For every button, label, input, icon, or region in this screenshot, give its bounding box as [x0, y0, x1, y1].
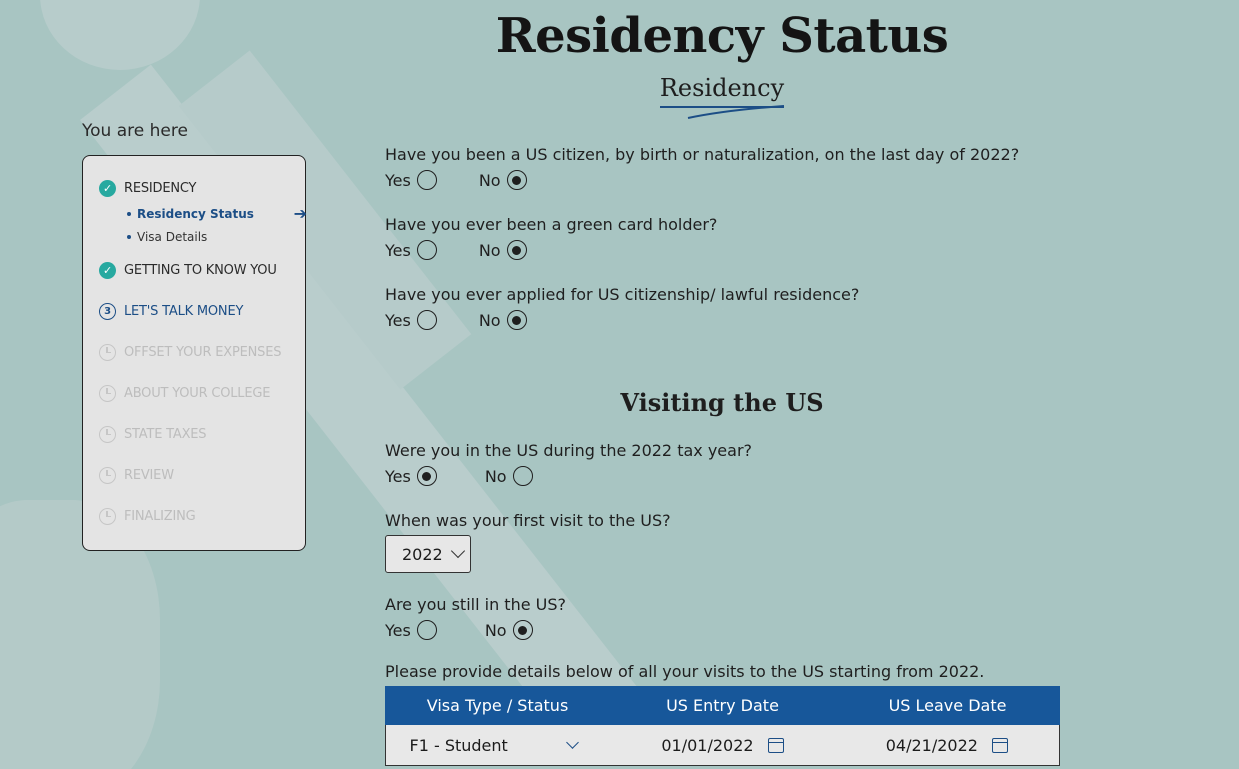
subtitle-text: Residency	[659, 74, 785, 102]
question-us-citizen: Have you been a US citizen, by birth or …	[385, 145, 1020, 164]
question-applied-citizenship: Have you ever applied for US citizenship…	[385, 285, 860, 304]
radio-circle-selected[interactable]	[512, 620, 533, 640]
visa-type-value: F1 - Student	[409, 735, 508, 755]
radio-label: Yes	[385, 466, 411, 486]
entry-date-field[interactable]: 01/01/2022	[610, 736, 834, 755]
visa-type-select[interactable]: F1 - Student	[386, 736, 610, 755]
section-title-visiting: Visiting the US	[620, 388, 824, 417]
table-header: Visa Type / Status US Entry Date US Leav…	[385, 686, 1060, 725]
progress-steps: ✓ RESIDENCY Residency Status ➔ Visa Deta…	[82, 155, 307, 551]
entry-date-value: 01/01/2022	[661, 735, 754, 755]
radio-no[interactable]: No	[479, 310, 527, 330]
clock-icon	[99, 466, 116, 484]
radio-label: No	[484, 620, 507, 640]
radio-yes[interactable]: Yes	[385, 310, 437, 330]
step-review: REVIEW	[99, 465, 305, 485]
step-label: RESIDENCY	[124, 180, 197, 196]
step-state-taxes: STATE TAXES	[99, 424, 305, 444]
clock-icon	[99, 343, 116, 361]
leave-date-field[interactable]: 04/21/2022	[835, 736, 1059, 755]
radio-circle-selected[interactable]	[506, 310, 527, 330]
select-value: 2022	[402, 544, 443, 564]
radio-no[interactable]: No	[479, 170, 527, 190]
clock-icon	[99, 507, 116, 525]
leave-date-value: 04/21/2022	[885, 735, 978, 755]
radio-label: Yes	[385, 620, 411, 640]
table-row: F1 - Student 01/01/2022 04/21/2022	[385, 725, 1060, 766]
radio-no[interactable]: No	[479, 240, 527, 260]
bullet-icon	[127, 211, 131, 216]
radio-label: Yes	[385, 240, 411, 260]
step-lets-talk-money[interactable]: 3 LET'S TALK MONEY	[99, 301, 305, 321]
radio-circle[interactable]	[416, 170, 437, 190]
check-circle-icon: ✓	[99, 261, 116, 279]
clock-icon	[99, 425, 116, 443]
radio-group-green-card: Yes No	[385, 240, 527, 260]
substep-residency-status[interactable]: Residency Status ➔	[127, 202, 307, 225]
radio-circle-selected[interactable]	[506, 170, 527, 190]
radio-label: No	[478, 240, 501, 260]
substep-label: Residency Status	[137, 206, 254, 221]
radio-circle-selected[interactable]	[416, 466, 437, 486]
radio-yes[interactable]: Yes	[385, 620, 437, 640]
radio-circle[interactable]	[416, 240, 437, 260]
header-entry-date: US Entry Date	[666, 696, 779, 715]
step-label: FINALIZING	[124, 508, 196, 524]
calendar-icon[interactable]	[991, 737, 1008, 753]
header-visa-type: Visa Type / Status	[426, 696, 569, 715]
question-green-card: Have you ever been a green card holder?	[385, 215, 718, 234]
radio-yes[interactable]: Yes	[385, 466, 437, 486]
radio-yes[interactable]: Yes	[385, 170, 437, 190]
header-leave-date: US Leave Date	[888, 696, 1007, 715]
step-finalizing: FINALIZING	[99, 506, 305, 526]
radio-circle[interactable]	[416, 620, 437, 640]
step-label: OFFSET YOUR EXPENSES	[124, 344, 282, 360]
step-label: LET'S TALK MONEY	[124, 303, 244, 319]
radio-group-applied-citizenship: Yes No	[385, 310, 527, 330]
page-title: Residency Status	[495, 8, 949, 64]
radio-label: Yes	[385, 310, 411, 330]
step-label: REVIEW	[124, 467, 174, 483]
visits-table: Visa Type / Status US Entry Date US Leav…	[385, 686, 1060, 766]
radio-circle-selected[interactable]	[506, 240, 527, 260]
radio-label: No	[478, 310, 501, 330]
first-visit-year-select[interactable]: 2022	[385, 535, 471, 573]
chevron-down-icon	[450, 543, 465, 559]
chevron-down-icon	[565, 736, 579, 749]
radio-group-still-in-us: Yes No	[385, 620, 533, 640]
radio-circle[interactable]	[512, 466, 533, 486]
radio-label: Yes	[385, 170, 411, 190]
substep-label: Visa Details	[137, 229, 208, 244]
step-getting-to-know-you[interactable]: ✓ GETTING TO KNOW YOU	[99, 260, 305, 280]
radio-yes[interactable]: Yes	[385, 240, 437, 260]
question-first-visit: When was your first visit to the US?	[385, 511, 671, 530]
radio-group-us-citizen: Yes No	[385, 170, 527, 190]
section-subtitle: Residency	[659, 74, 785, 119]
radio-label: No	[484, 466, 507, 486]
substep-visa-details[interactable]: Visa Details	[127, 225, 307, 248]
step-number-icon: 3	[99, 302, 116, 320]
step-residency[interactable]: ✓ RESIDENCY	[99, 178, 305, 198]
arrow-right-icon: ➔	[293, 204, 307, 223]
radio-no[interactable]: No	[485, 466, 533, 486]
you-are-here-label: You are here	[82, 121, 188, 141]
question-in-us-2022: Were you in the US during the 2022 tax y…	[385, 441, 753, 460]
subtitle-wrap: Residency	[0, 74, 1239, 119]
step-label: GETTING TO KNOW YOU	[124, 262, 277, 278]
bullet-icon	[127, 234, 131, 239]
visits-details-instruction: Please provide details below of all your…	[385, 662, 985, 681]
radio-no[interactable]: No	[485, 620, 533, 640]
calendar-icon[interactable]	[767, 737, 784, 753]
step-label: STATE TAXES	[124, 426, 207, 442]
radio-group-in-us-2022: Yes No	[385, 466, 533, 486]
check-circle-icon: ✓	[99, 179, 116, 197]
step-offset-expenses: OFFSET YOUR EXPENSES	[99, 342, 305, 362]
radio-label: No	[478, 170, 501, 190]
question-still-in-us: Are you still in the US?	[385, 595, 566, 614]
underline-swoosh-icon	[687, 105, 784, 119]
radio-circle[interactable]	[416, 310, 437, 330]
